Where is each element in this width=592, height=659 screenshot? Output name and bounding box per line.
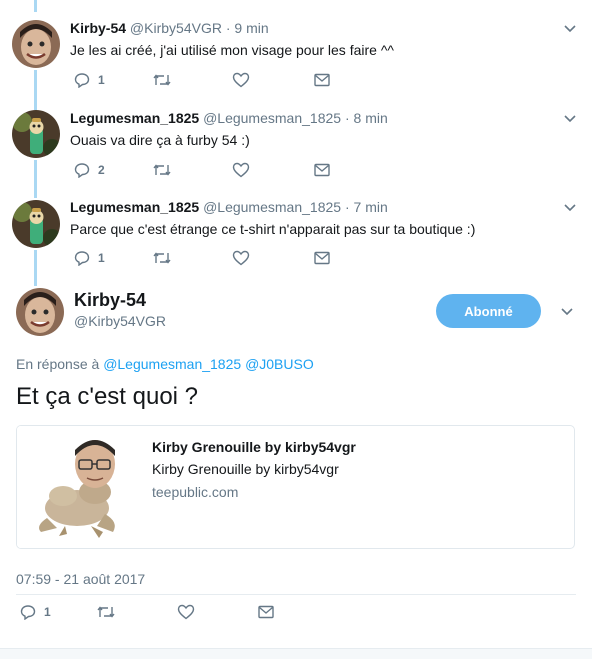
reply-context: En réponse à @Legumesman_1825 @J0BUSO — [16, 356, 314, 372]
heart-icon — [232, 72, 250, 88]
user-name[interactable]: Kirby-54 — [70, 20, 126, 36]
tweet-text: Ouais va dire ça à furby 54 :) — [70, 132, 250, 148]
card-image — [17, 426, 140, 548]
card-description: Kirby Grenouille by kirby54vgr — [152, 461, 339, 477]
chevron-down-icon[interactable] — [562, 21, 578, 37]
tweet-text: Je les ai créé, j'ai utilisé mon visage … — [70, 42, 394, 58]
avatar[interactable] — [12, 110, 60, 158]
tweet-time[interactable]: 8 min — [354, 110, 388, 126]
message-button[interactable] — [314, 70, 330, 90]
thread-tweet[interactable]: Legumesman_1825 @Legumesman_1825 · 8 min… — [0, 96, 592, 188]
reply-count: 1 — [98, 251, 105, 265]
frog-man-image — [17, 426, 140, 548]
tweet-time[interactable]: 9 min — [234, 20, 268, 36]
reply-icon — [74, 251, 90, 266]
reply-prefix: En réponse à — [16, 356, 100, 372]
separator-dot: · — [344, 110, 350, 126]
envelope-icon — [314, 251, 330, 265]
separator-dot: · — [225, 20, 231, 36]
thread-tweet[interactable]: Kirby-54 @Kirby54VGR · 9 min Je les ai c… — [0, 0, 592, 96]
user-handle[interactable]: @Kirby54VGR — [130, 20, 222, 36]
message-button[interactable] — [314, 160, 330, 180]
thread-tweet[interactable]: Legumesman_1825 @Legumesman_1825 · 7 min… — [0, 186, 592, 278]
reply-button[interactable]: 1 — [74, 70, 105, 90]
retweet-button[interactable] — [152, 70, 172, 90]
avatar[interactable] — [12, 20, 60, 68]
card-title[interactable]: Kirby Grenouille by kirby54vgr — [152, 439, 356, 455]
main-user-handle[interactable]: @Kirby54VGR — [74, 313, 166, 329]
tweet-text: Parce que c'est étrange ce t-shirt n'app… — [70, 221, 476, 237]
reply-button[interactable]: 2 — [74, 160, 105, 180]
retweet-button[interactable] — [152, 160, 172, 180]
user-name[interactable]: Legumesman_1825 — [70, 110, 199, 126]
reply-icon — [74, 163, 90, 178]
message-button[interactable] — [258, 602, 274, 622]
heart-icon — [177, 604, 195, 620]
reply-count: 1 — [98, 73, 105, 87]
reply-count: 2 — [98, 163, 105, 177]
user-handle[interactable]: @Legumesman_1825 — [203, 199, 341, 215]
like-button[interactable] — [177, 602, 195, 622]
tweet-timestamp[interactable]: 07:59 - 21 août 2017 — [16, 571, 145, 587]
reply-count: 1 — [44, 605, 51, 619]
retweet-button[interactable] — [152, 248, 172, 268]
retweet-icon — [97, 606, 115, 618]
chevron-down-icon[interactable] — [562, 200, 578, 216]
heart-icon — [232, 162, 250, 178]
reply-icon — [74, 73, 90, 88]
user-handle[interactable]: @Legumesman_1825 — [203, 110, 341, 126]
main-tweet-text: Et ça c'est quoi ? — [16, 383, 199, 410]
chevron-down-icon[interactable] — [559, 304, 575, 320]
toy-avatar-image — [12, 200, 60, 248]
separator-dot: · — [344, 199, 350, 215]
envelope-icon — [314, 73, 330, 87]
tweet-header: Legumesman_1825 @Legumesman_1825 · 7 min — [70, 199, 388, 215]
chevron-down-icon[interactable] — [562, 111, 578, 127]
message-button[interactable] — [314, 248, 330, 268]
face-avatar-image — [16, 288, 64, 336]
tweet-header: Kirby-54 @Kirby54VGR · 9 min — [70, 20, 269, 36]
heart-icon — [232, 250, 250, 266]
link-card[interactable]: Kirby Grenouille by kirby54vgr Kirby Gre… — [16, 425, 575, 549]
follow-button[interactable]: Abonné — [436, 294, 541, 328]
like-button[interactable] — [232, 160, 250, 180]
mention-link[interactable]: @Legumesman_1825 — [103, 356, 241, 372]
retweet-icon — [153, 252, 171, 264]
mention-link[interactable]: @J0BUSO — [245, 356, 314, 372]
retweet-button[interactable] — [96, 602, 116, 622]
user-name[interactable]: Legumesman_1825 — [70, 199, 199, 215]
face-avatar-image — [12, 20, 60, 68]
main-avatar[interactable] — [16, 288, 64, 336]
envelope-icon — [314, 163, 330, 177]
reply-button[interactable]: 1 — [20, 602, 51, 622]
tweet-header: Legumesman_1825 @Legumesman_1825 · 8 min — [70, 110, 388, 126]
toy-avatar-image — [12, 110, 60, 158]
retweet-icon — [153, 74, 171, 86]
main-user-name[interactable]: Kirby-54 — [74, 290, 146, 311]
tweet-time[interactable]: 7 min — [354, 199, 388, 215]
envelope-icon — [258, 605, 274, 619]
reply-button[interactable]: 1 — [74, 248, 105, 268]
like-button[interactable] — [232, 248, 250, 268]
card-domain: teepublic.com — [152, 484, 239, 500]
reply-area-edge — [0, 648, 592, 659]
retweet-icon — [153, 164, 171, 176]
like-button[interactable] — [232, 70, 250, 90]
reply-icon — [20, 605, 36, 620]
avatar[interactable] — [12, 200, 60, 248]
divider — [16, 594, 576, 595]
